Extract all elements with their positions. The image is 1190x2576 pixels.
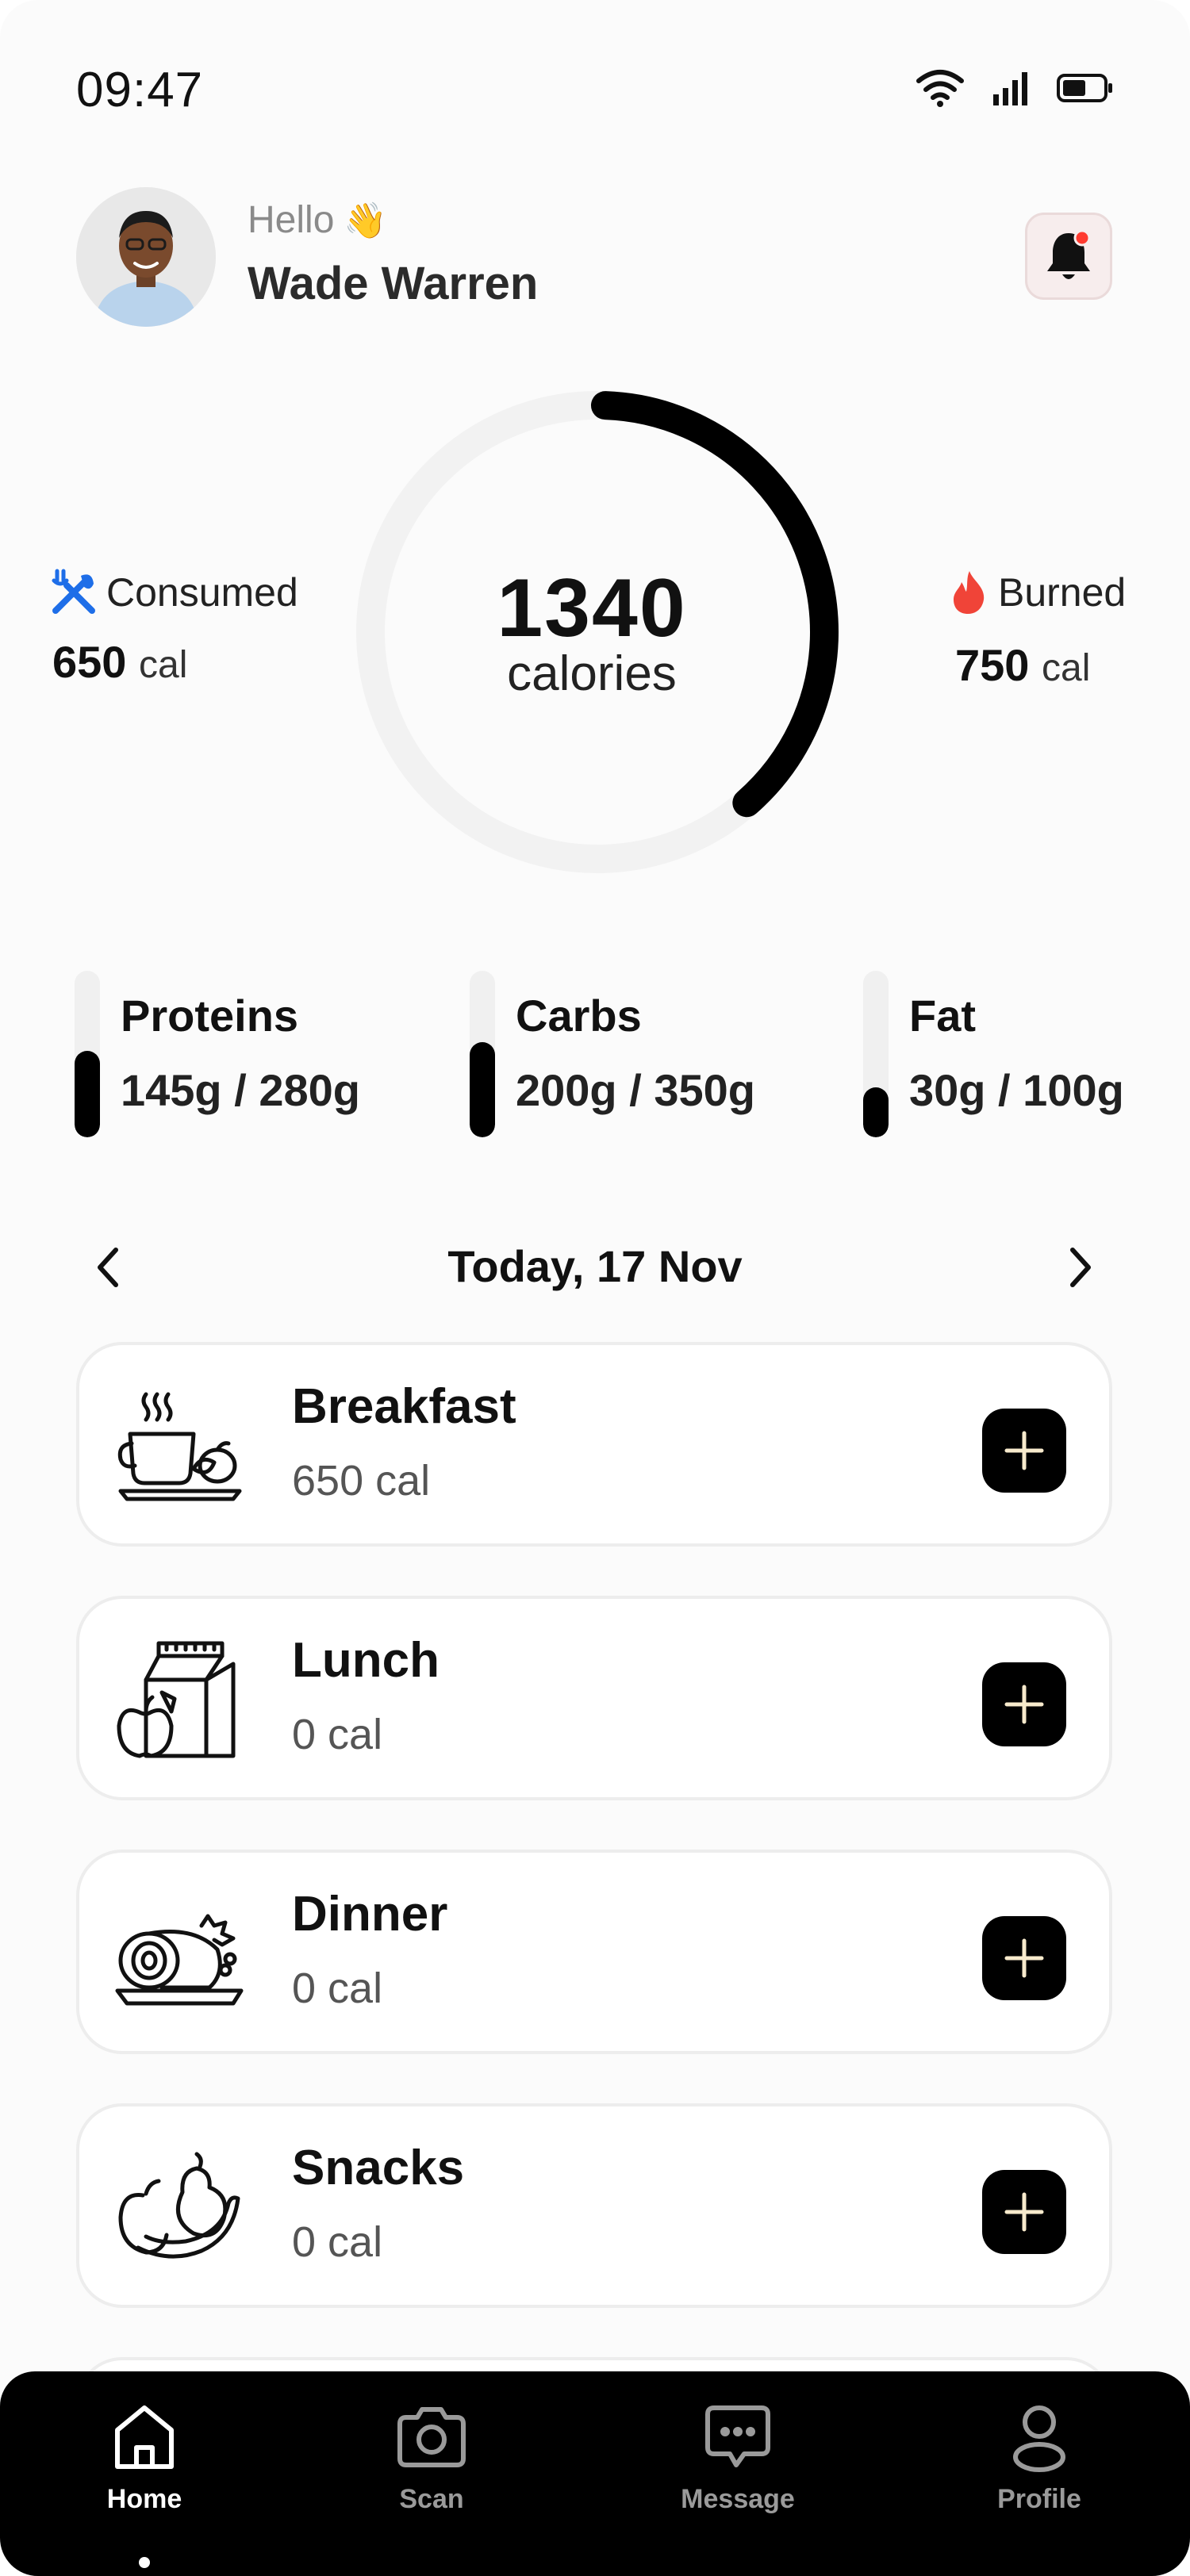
notification-badge bbox=[1073, 229, 1091, 247]
profile-icon bbox=[1013, 2405, 1065, 2472]
status-time: 09:47 bbox=[76, 63, 204, 117]
nav-message[interactable]: Message bbox=[635, 2398, 841, 2515]
battery-icon bbox=[1057, 74, 1112, 102]
nav-label: Scan bbox=[399, 2484, 464, 2514]
macro-amount: 145g / 280g bbox=[121, 1065, 360, 1115]
add-snacks-button[interactable] bbox=[982, 2170, 1066, 2254]
camera-icon bbox=[397, 2407, 466, 2467]
add-dinner-button[interactable] bbox=[982, 1916, 1066, 2000]
user-name: Wade Warren bbox=[248, 258, 539, 309]
nav-label: Profile bbox=[997, 2484, 1081, 2514]
meal-name: Dinner bbox=[292, 1887, 448, 1942]
consumed-value: 650 cal bbox=[52, 636, 187, 688]
notifications-button[interactable] bbox=[1025, 213, 1112, 300]
meal-name: Lunch bbox=[292, 1633, 440, 1688]
chevron-right-icon bbox=[1070, 1248, 1091, 1287]
avatar-image bbox=[76, 187, 216, 327]
macro-fill bbox=[470, 1042, 495, 1137]
macro-name: Proteins bbox=[121, 991, 299, 1041]
burned-number: 750 bbox=[955, 640, 1030, 690]
plus-icon bbox=[1004, 1431, 1044, 1470]
consumed-label: Consumed bbox=[49, 568, 298, 617]
macro-fill bbox=[75, 1050, 100, 1137]
burned-value: 750 cal bbox=[955, 639, 1090, 691]
bottom-nav: Home Scan Message Profile bbox=[0, 2371, 1190, 2576]
plus-icon bbox=[1004, 1685, 1044, 1724]
burned-unit: cal bbox=[1042, 647, 1091, 689]
active-indicator bbox=[139, 2557, 150, 2568]
plus-icon bbox=[1004, 2192, 1044, 2232]
nav-label: Message bbox=[681, 2484, 795, 2514]
meal-name: Snacks bbox=[292, 2141, 465, 2195]
chevron-left-icon bbox=[98, 1248, 118, 1287]
status-icons bbox=[916, 68, 1114, 108]
breakfast-icon bbox=[117, 1392, 242, 1501]
date-label: Today, 17 Nov bbox=[447, 1241, 743, 1291]
meal-calories: 0 cal bbox=[292, 1965, 383, 2012]
previous-day-button[interactable] bbox=[89, 1244, 129, 1291]
greeting: Hello 👋 bbox=[248, 198, 387, 242]
burned-label-text: Burned bbox=[998, 570, 1127, 615]
meal-card-lunch[interactable]: Lunch 0 cal bbox=[76, 1596, 1112, 1800]
lunch-icon bbox=[117, 1641, 236, 1758]
macro-amount: 200g / 350g bbox=[516, 1065, 755, 1115]
burned-label: Burned bbox=[950, 569, 1126, 615]
macro-track bbox=[470, 971, 495, 1137]
calories-unit-label: calories bbox=[507, 646, 677, 701]
nav-profile[interactable]: Profile bbox=[936, 2398, 1142, 2515]
macro-track bbox=[863, 971, 889, 1137]
meal-calories: 0 cal bbox=[292, 1711, 383, 1758]
consumed-label-text: Consumed bbox=[106, 570, 298, 615]
macro-fill bbox=[863, 1087, 889, 1137]
meal-calories: 0 cal bbox=[292, 2218, 383, 2266]
wifi-icon bbox=[916, 70, 964, 107]
macro-name: Carbs bbox=[516, 991, 642, 1041]
meal-card-dinner[interactable]: Dinner 0 cal bbox=[76, 1850, 1112, 2054]
nav-home[interactable]: Home bbox=[41, 2398, 248, 2568]
add-breakfast-button[interactable] bbox=[982, 1409, 1066, 1493]
macro-name: Fat bbox=[909, 991, 976, 1041]
macro-proteins: Proteins 145g / 280g bbox=[75, 971, 424, 1137]
plus-icon bbox=[1004, 1938, 1044, 1978]
next-day-button[interactable] bbox=[1060, 1244, 1100, 1291]
macro-amount: 30g / 100g bbox=[909, 1065, 1124, 1115]
signal-icon bbox=[993, 72, 1027, 105]
meal-calories: 650 cal bbox=[292, 1457, 431, 1505]
macro-track bbox=[75, 971, 100, 1137]
meal-card-snacks[interactable]: Snacks 0 cal bbox=[76, 2103, 1112, 2308]
macro-carbs: Carbs 200g / 350g bbox=[470, 971, 803, 1137]
message-icon bbox=[705, 2405, 770, 2467]
flame-icon bbox=[954, 571, 985, 614]
meal-name: Breakfast bbox=[292, 1379, 516, 1434]
consumed-unit: cal bbox=[139, 644, 188, 686]
macro-fat: Fat 30g / 100g bbox=[863, 971, 1180, 1137]
wave-icon: 👋 bbox=[344, 201, 388, 240]
consumed-number: 650 bbox=[52, 637, 127, 687]
home-icon bbox=[115, 2405, 174, 2469]
greeting-text: Hello bbox=[248, 199, 335, 241]
fork-knife-icon bbox=[52, 569, 95, 614]
bell-icon bbox=[1047, 229, 1091, 279]
calories-total: 1340 bbox=[497, 562, 687, 654]
meal-card-breakfast[interactable]: Breakfast 650 cal bbox=[76, 1342, 1112, 1547]
nav-scan[interactable]: Scan bbox=[328, 2398, 535, 2515]
dinner-icon bbox=[115, 1914, 244, 2006]
add-lunch-button[interactable] bbox=[982, 1662, 1066, 1746]
avatar[interactable] bbox=[76, 187, 216, 327]
snacks-icon bbox=[118, 2152, 240, 2259]
home-screen: 09:47 Hello 👋 Wade Warren 1340 calories … bbox=[0, 0, 1190, 2576]
nav-label: Home bbox=[106, 2484, 182, 2514]
